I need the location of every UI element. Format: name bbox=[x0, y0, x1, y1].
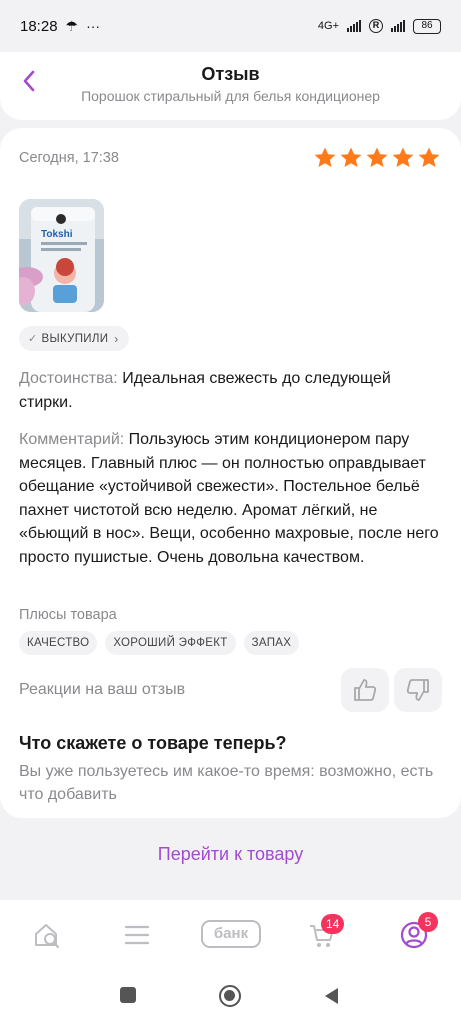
umbrella-icon: ☂ bbox=[65, 17, 79, 34]
bought-badge-label: ВЫКУПИЛИ bbox=[41, 332, 109, 345]
question-text: Вы уже пользуетесь им какое-то время: во… bbox=[19, 763, 434, 803]
tab-home[interactable] bbox=[30, 918, 64, 952]
signal-icon bbox=[347, 20, 361, 32]
question-title: Что скажете о товаре теперь? bbox=[19, 733, 287, 753]
review-photo[interactable]: Tokshi bbox=[19, 199, 104, 312]
signal-icon-2 bbox=[391, 20, 405, 32]
profile-badge: 5 bbox=[418, 912, 438, 932]
plus-label: Плюсы товара bbox=[19, 607, 117, 623]
battery-icon: 86 bbox=[413, 18, 441, 34]
bought-badge[interactable]: ✓ ВЫКУПИЛИ › bbox=[19, 326, 129, 351]
go-to-product-button[interactable]: Перейти к товару bbox=[19, 824, 442, 884]
reactions-label: Реакции на ваш отзыв bbox=[19, 681, 186, 698]
notification-icons: ☂ ··· bbox=[66, 18, 101, 35]
home-button[interactable] bbox=[219, 985, 241, 1007]
star-icon bbox=[340, 147, 362, 167]
system-nav-bar bbox=[0, 970, 461, 1024]
home-search-icon bbox=[35, 924, 59, 948]
page-title: Отзыв bbox=[201, 64, 260, 84]
back-nav-button[interactable] bbox=[322, 986, 340, 1006]
tab-catalog[interactable] bbox=[120, 918, 154, 952]
cart-badge: 14 bbox=[321, 914, 345, 934]
rating-stars bbox=[313, 146, 441, 170]
like-button[interactable] bbox=[341, 668, 389, 712]
tag-list: КАЧЕСТВО ХОРОШИЙ ЭФФЕКТ ЗАПАХ bbox=[19, 631, 300, 655]
status-time: 18:28 bbox=[20, 17, 58, 35]
comment-section: Комментарий: Пользуюсь этим кондиционеро… bbox=[19, 428, 439, 569]
star-icon bbox=[392, 147, 414, 167]
network-type: 4G+ bbox=[317, 20, 339, 32]
product-name: Порошок стиральный для белья кондиционер bbox=[81, 88, 380, 104]
tab-bank[interactable]: банк bbox=[201, 920, 261, 948]
dislike-button[interactable] bbox=[394, 668, 442, 712]
recent-apps-button[interactable] bbox=[120, 987, 136, 1003]
review-card: Сегодня, 17:38 Tokshi ✓ ВЫКУПИЛИ › Досто… bbox=[0, 128, 461, 818]
photo-brand-text: Tokshi bbox=[41, 229, 73, 240]
pros-label: Достоинства: bbox=[19, 370, 118, 387]
header: Отзыв Порошок стиральный для белья конди… bbox=[0, 52, 461, 120]
status-right: 4G+ R 86 bbox=[317, 18, 441, 34]
star-icon bbox=[418, 147, 440, 167]
status-bar: 18:28 ☂ ··· 4G+ R 86 bbox=[0, 0, 461, 52]
review-date: Сегодня, 17:38 bbox=[19, 150, 119, 166]
comment-text: Пользуюсь этим кондиционером пару месяце… bbox=[19, 431, 439, 566]
star-icon bbox=[366, 147, 388, 167]
pros-section: Достоинства: Идеальная свежесть до следу… bbox=[19, 367, 439, 414]
chevron-right-icon: › bbox=[114, 331, 119, 346]
bottom-tab-bar: банк 14 5 bbox=[0, 900, 461, 970]
comment-label: Комментарий: bbox=[19, 431, 125, 448]
more-notifications-icon: ··· bbox=[86, 18, 101, 34]
roaming-icon: R bbox=[369, 19, 383, 33]
tag: ЗАПАХ bbox=[243, 631, 300, 655]
thumbs-up-icon bbox=[354, 679, 377, 701]
product-photo-image: Tokshi bbox=[19, 199, 104, 312]
star-icon bbox=[314, 147, 336, 167]
check-icon: ✓ bbox=[28, 333, 38, 345]
thumbs-down-icon bbox=[406, 679, 429, 701]
menu-icon bbox=[124, 925, 150, 945]
tag: ХОРОШИЙ ЭФФЕКТ bbox=[105, 631, 236, 655]
home-button-dot bbox=[224, 990, 235, 1001]
tag: КАЧЕСТВО bbox=[19, 631, 98, 655]
